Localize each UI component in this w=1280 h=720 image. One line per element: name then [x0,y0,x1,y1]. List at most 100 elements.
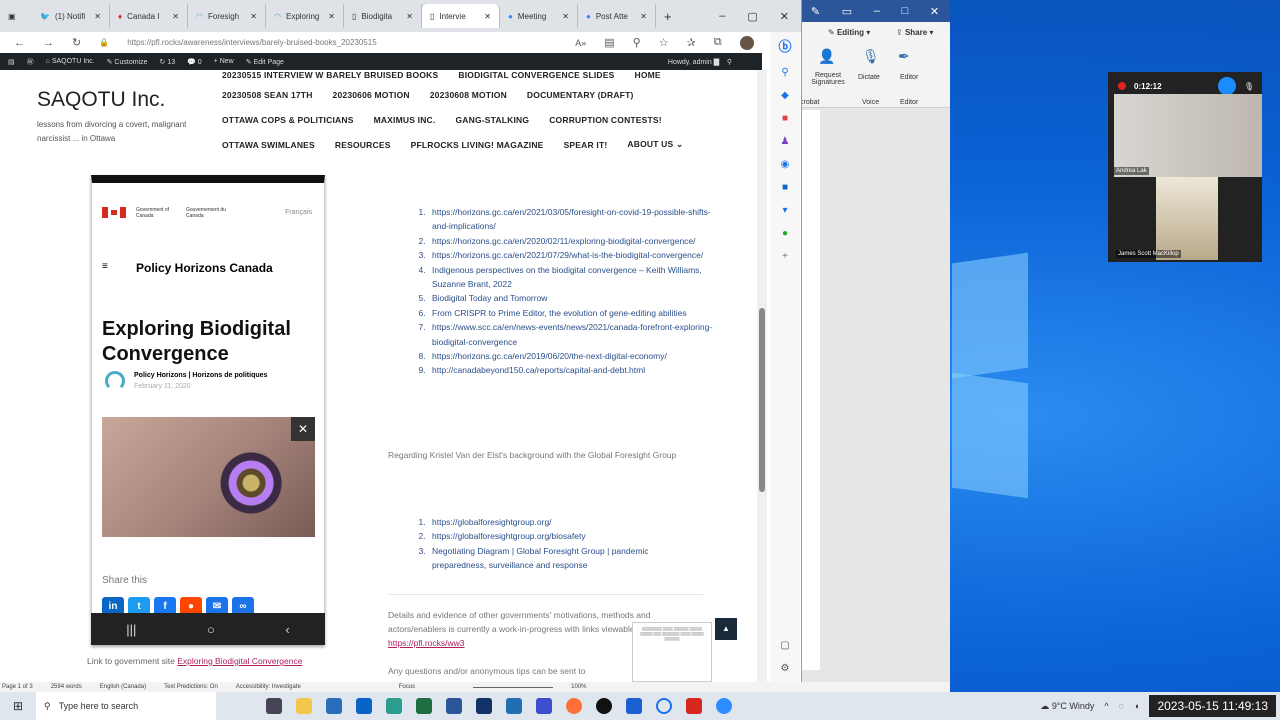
office-icon[interactable]: ◉ [781,159,790,170]
list-link[interactable]: Biodigital Today and Tomorrow [428,291,714,305]
editor-button[interactable]: Editor [900,74,918,81]
list-link[interactable]: https://horizons.gc.ca/en/2021/03/05/for… [428,205,714,234]
tab[interactable]: 🐦 (1) Notifi ✕ [32,4,110,28]
read-aloud-icon[interactable]: A» [575,38,586,48]
edge-icon[interactable] [386,698,402,714]
share-button[interactable]: ⇪ Share ▾ [896,28,933,37]
start-button[interactable]: ⊞ [0,699,36,713]
list-link[interactable]: https://www.scc.ca/en/news-events/news/2… [428,320,714,349]
game-icon[interactable]: ● [782,228,788,239]
task-view-icon[interactable] [266,698,282,714]
shield-icon[interactable] [626,698,642,714]
wp-edit-page-link[interactable]: ✎ Edit Page [246,58,284,66]
search-icon[interactable]: ⚲ [727,59,732,66]
status-zoom[interactable]: 100% [571,684,586,690]
list-link[interactable]: https://horizons.gc.ca/en/2020/02/11/exp… [428,234,714,248]
weather-widget[interactable]: ☁ 9°C Windy [1040,701,1094,712]
tab[interactable]: ◠ Exploring ✕ [266,4,344,28]
nav-item[interactable]: OTTAWA COPS & POLITICIANS [222,115,354,125]
gov-site-link[interactable]: Exploring Biodigital Convergence [177,656,302,666]
nav-item-about[interactable]: ABOUT US ⌄ [627,139,683,150]
layout-icon[interactable]: ▭ [842,5,852,18]
add-icon[interactable]: + [782,251,788,262]
list-link[interactable]: Negotiating Diagram | Global Foresight G… [428,544,704,573]
refresh-icon[interactable]: ↻ [72,36,81,49]
scrollbar[interactable] [757,70,767,682]
profile-avatar[interactable] [739,35,754,50]
tab-active[interactable]: ▯ Intervie ✕ [422,4,500,28]
status-language[interactable]: English (Canada) [100,684,146,690]
maximize-button[interactable]: ▢ [747,10,757,23]
nav-item[interactable]: BIODIGITAL CONVERGENCE SLIDES [458,70,614,80]
close-button[interactable]: ✕ [780,10,789,23]
list-link[interactable]: https://globalforesightgroup.org/ [428,515,704,529]
teams-icon[interactable] [536,698,552,714]
settings-icon[interactable]: ⚙ [781,663,790,674]
tools-icon[interactable]: ■ [782,113,788,124]
status-accessibility[interactable]: Accessibility: Investigate [236,684,301,690]
drop-icon[interactable]: ▾ [782,205,787,216]
publisher-icon[interactable] [506,698,522,714]
wp-comments-link[interactable]: 💬 0 [187,58,202,66]
status-predictions[interactable]: Text Predictions: On [164,684,218,690]
minimize-button[interactable]: – [874,5,880,17]
tab-close-icon[interactable]: ✕ [484,12,491,21]
wp-howdy[interactable]: Howdy, admin ▇ ⚲ [668,58,762,66]
tag-icon[interactable]: ◆ [781,90,789,101]
acrobat-icon[interactable] [686,698,702,714]
outlook-icon[interactable]: ■ [782,182,788,193]
photos-icon[interactable] [476,698,492,714]
tab-close-icon[interactable]: ✕ [250,12,257,21]
nav-item[interactable]: HOME [635,70,661,80]
editing-button[interactable]: ✎ Editing ▾ [828,28,870,37]
microphone-icon[interactable]: 🎙 [1244,82,1262,91]
firefox-icon[interactable] [566,698,582,714]
tab[interactable]: ● Post Atte ✕ [578,4,656,28]
status-page[interactable]: Page 1 of 3 [2,684,33,690]
nav-item[interactable]: MAXIMUS INC. [374,115,436,125]
scroll-to-top-button[interactable]: ▲ [715,618,737,640]
forward-icon[interactable]: → [43,37,54,49]
nav-item[interactable]: 20230515 INTERVIEW W BARELY BRUISED BOOK… [222,70,438,80]
list-link[interactable]: https://horizons.gc.ca/en/2019/06/20/the… [428,349,714,363]
network-icon[interactable]: ◌ [1119,701,1124,711]
zoom-lens-icon[interactable]: ⚲ [633,36,641,49]
list-link[interactable]: Indigenous perspectives on the biodigita… [428,263,714,292]
tab-actions-icon[interactable]: ▣ [8,12,32,21]
nav-item[interactable]: DOCUMENTARY (DRAFT) [527,90,634,100]
list-link[interactable]: https://globalforesightgroup.org/biosafe… [428,529,704,543]
favorite-add-icon[interactable]: ☆ [659,36,669,49]
file-explorer-icon[interactable] [296,698,312,714]
nav-item[interactable]: GANG-STALKING [455,115,529,125]
tab-close-icon[interactable]: ✕ [328,12,335,21]
tiktok-icon[interactable] [596,698,612,714]
split-screen-icon[interactable]: ▢ [780,640,789,651]
outlook-icon[interactable] [356,698,372,714]
wp-updates-link[interactable]: ↻ 13 [160,58,176,66]
nav-item[interactable]: 20230606 MOTION [333,90,410,100]
nav-item[interactable]: SPEAR IT! [564,140,608,150]
wordpress-icon[interactable]: Ⓦ [27,57,34,67]
tab[interactable]: ▯ Biodigita ✕ [344,4,422,28]
tab-close-icon[interactable]: ✕ [94,12,101,21]
list-link[interactable]: https://horizons.gc.ca/en/2021/07/29/wha… [428,248,714,262]
nav-item[interactable]: 20230608 MOTION [430,90,507,100]
url-input[interactable]: https://pfl.rocks/awareness/interviews/b… [127,38,557,47]
collections-icon[interactable]: ⧉ [714,36,722,49]
status-focus[interactable]: Focus [399,684,415,690]
people-icon[interactable]: ♟ [781,136,790,147]
excel-icon[interactable] [416,698,432,714]
tab-close-icon[interactable]: ✕ [406,12,413,21]
tab-close-icon[interactable]: ✕ [562,12,569,21]
tab[interactable]: ● Meeting ✕ [500,4,578,28]
wp-new-link[interactable]: + New [214,58,234,65]
tab-close-icon[interactable]: ✕ [172,12,179,21]
tab[interactable]: ◠ Foresigh ✕ [188,4,266,28]
reader-icon[interactable]: ▤ [604,36,614,49]
mail-icon[interactable] [326,698,342,714]
request-signatures-button[interactable]: Request Signatures [808,72,848,86]
cortana-icon[interactable] [656,698,672,714]
minimize-button[interactable]: – [719,10,725,23]
status-words[interactable]: 2594 words [51,684,82,690]
nav-item[interactable]: RESOURCES [335,140,391,150]
